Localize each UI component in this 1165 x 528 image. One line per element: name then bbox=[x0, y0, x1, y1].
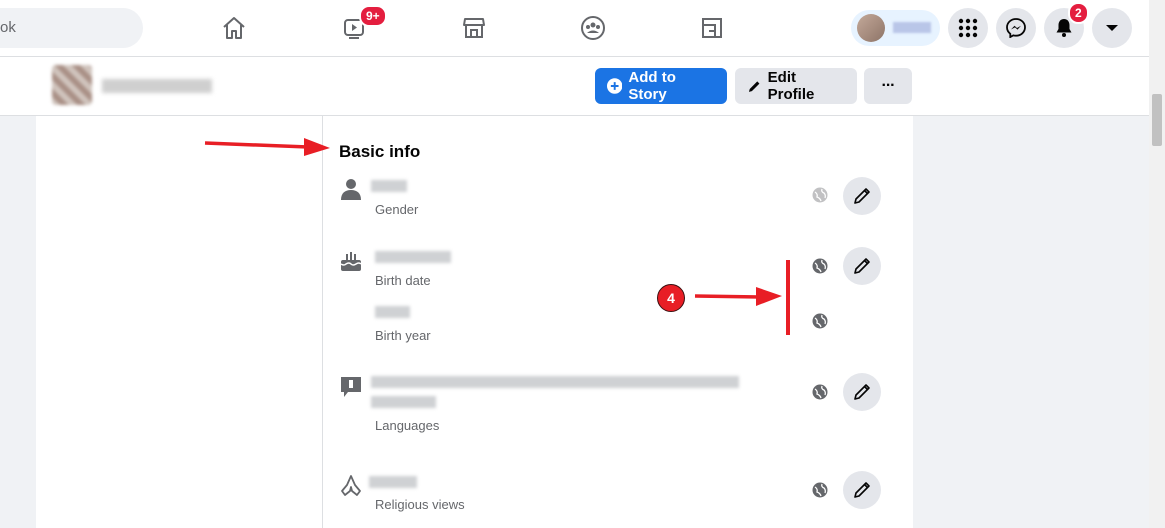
marketplace-tab[interactable] bbox=[454, 10, 494, 46]
groups-icon bbox=[581, 16, 605, 40]
edit-birth-date-button[interactable] bbox=[843, 247, 881, 285]
gaming-icon bbox=[702, 18, 722, 38]
pencil-icon bbox=[854, 258, 870, 274]
add-to-story-label: Add to Story bbox=[628, 69, 676, 103]
globe-icon[interactable] bbox=[811, 312, 829, 330]
column-divider bbox=[322, 116, 323, 528]
person-icon bbox=[341, 179, 361, 200]
gender-label: Gender bbox=[375, 202, 419, 217]
more-options-button[interactable]: ··· bbox=[864, 68, 912, 104]
notifications-badge: 2 bbox=[1068, 2, 1089, 24]
religious-views-label: Religious views bbox=[375, 497, 465, 512]
pencil-icon bbox=[748, 80, 760, 92]
search-input[interactable]: ok bbox=[0, 8, 143, 48]
cake-icon bbox=[340, 252, 362, 271]
edit-languages-button[interactable] bbox=[843, 373, 881, 411]
languages-value-blurred bbox=[371, 376, 739, 388]
gender-value-blurred bbox=[371, 180, 407, 192]
plus-circle-icon bbox=[607, 78, 623, 94]
search-text: ok bbox=[0, 19, 16, 36]
profile-header-bar: Add to Story Edit Profile ··· bbox=[0, 57, 1149, 116]
messenger-icon bbox=[1006, 18, 1026, 38]
languages-value-blurred bbox=[371, 396, 436, 408]
birth-date-label: Birth date bbox=[375, 273, 431, 288]
grid-icon bbox=[958, 18, 978, 38]
edit-gender-button[interactable] bbox=[843, 177, 881, 215]
edit-profile-button[interactable]: Edit Profile bbox=[735, 68, 857, 104]
pencil-icon bbox=[854, 482, 870, 498]
profile-name-blurred[interactable] bbox=[102, 79, 212, 93]
more-label: ··· bbox=[881, 77, 896, 94]
annotation-arrow bbox=[204, 138, 330, 156]
profile-avatar[interactable] bbox=[52, 65, 92, 105]
profile-shortcut[interactable] bbox=[851, 10, 940, 46]
avatar bbox=[857, 14, 885, 42]
globe-icon[interactable] bbox=[811, 481, 829, 499]
globe-icon[interactable] bbox=[811, 257, 829, 275]
store-icon bbox=[463, 18, 485, 38]
edit-profile-label: Edit Profile bbox=[767, 69, 815, 103]
birth-year-value-blurred bbox=[375, 306, 410, 318]
pencil-icon bbox=[854, 384, 870, 400]
praying-hands-icon bbox=[341, 475, 361, 496]
globe-icon[interactable] bbox=[811, 383, 829, 401]
globe-icon[interactable] bbox=[811, 186, 829, 204]
caret-down-icon bbox=[1106, 25, 1118, 31]
annotation-arrow bbox=[694, 260, 790, 335]
account-menu-button[interactable] bbox=[1092, 8, 1132, 48]
gaming-tab[interactable] bbox=[692, 10, 732, 46]
section-title: Basic info bbox=[339, 142, 421, 161]
watch-badge: 9+ bbox=[359, 5, 387, 27]
languages-label: Languages bbox=[375, 418, 440, 433]
scrollbar-thumb[interactable] bbox=[1152, 94, 1162, 146]
page-scrollbar[interactable] bbox=[1149, 0, 1165, 528]
birth-date-value-blurred bbox=[375, 251, 451, 263]
home-icon bbox=[223, 17, 245, 39]
profile-name-blurred bbox=[893, 22, 931, 33]
step-number-badge: 4 bbox=[657, 284, 685, 312]
edit-religious-views-button[interactable] bbox=[843, 471, 881, 509]
menu-button[interactable] bbox=[948, 8, 988, 48]
messenger-button[interactable] bbox=[996, 8, 1036, 48]
religious-views-value-blurred bbox=[369, 476, 417, 488]
home-tab[interactable] bbox=[214, 10, 254, 46]
speech-bubble-icon bbox=[341, 377, 361, 397]
top-navigation-bar: ok 9+ 2 bbox=[0, 0, 1149, 57]
add-to-story-button[interactable]: Add to Story bbox=[595, 68, 727, 104]
groups-tab[interactable] bbox=[573, 10, 613, 46]
birth-year-label: Birth year bbox=[375, 328, 431, 343]
pencil-icon bbox=[854, 188, 870, 204]
